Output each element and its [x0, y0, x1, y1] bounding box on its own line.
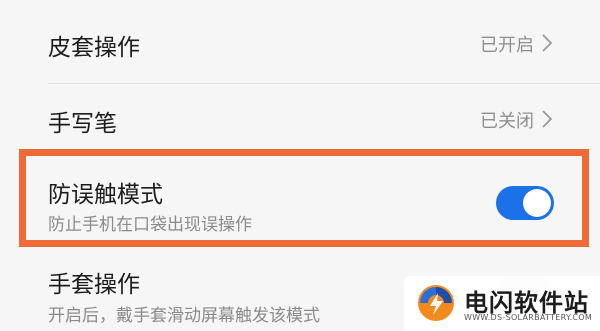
setting-title: 手套操作 [48, 272, 140, 298]
watermark: 电闪软件站 WWW.DS-SOLARBATTERY.COM [404, 276, 600, 331]
watermark-url: WWW.DS-SOLARBATTERY.COM [464, 313, 593, 322]
chevron-right-icon [542, 110, 552, 128]
highlight-frame [19, 149, 589, 247]
setting-title: 手写笔 [48, 111, 117, 137]
setting-title: 皮套操作 [48, 35, 140, 61]
settings-item-stylus[interactable]: 手写笔 已关闭 [0, 84, 600, 150]
setting-description: 开启后，戴手套滑动屏幕触发该模式 [48, 306, 320, 326]
settings-item-case-operation[interactable]: 皮套操作 已开启 [0, 0, 600, 84]
setting-status-value: 已关闭 [480, 111, 534, 132]
setting-status-value: 已开启 [480, 35, 534, 56]
chevron-right-icon [542, 34, 552, 52]
lightning-badge-icon [418, 285, 454, 321]
